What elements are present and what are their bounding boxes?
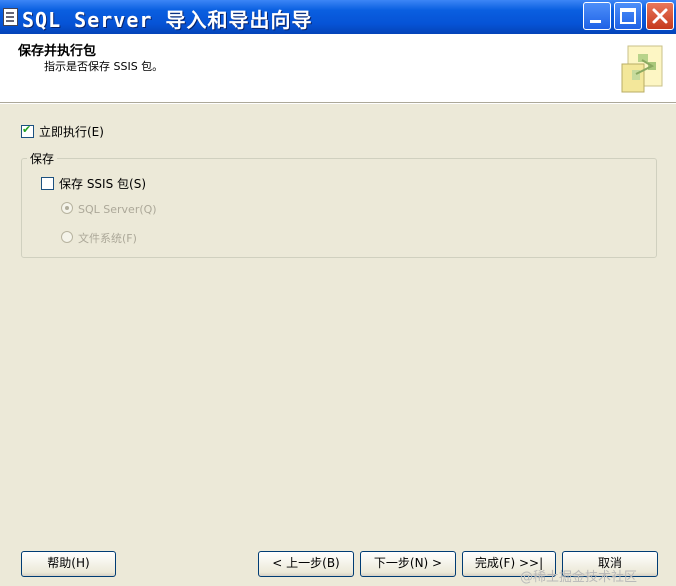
execute-now-label: 立即执行(E)	[39, 125, 104, 139]
maximize-button[interactable]	[614, 2, 642, 30]
save-group-title: 保存	[27, 150, 58, 167]
close-icon	[652, 8, 668, 24]
header-separator	[0, 103, 676, 104]
execute-now-checkbox[interactable]	[21, 123, 34, 138]
next-button[interactable]: 下一步(N) >	[360, 551, 456, 577]
page-subtitle: 指示是否保存 SSIS 包。	[44, 60, 164, 73]
sql-server-radio[interactable]	[61, 202, 73, 214]
wizard-package-icon	[621, 45, 663, 93]
save-ssis-option[interactable]: 保存 SSIS 包(S)	[41, 175, 146, 192]
close-button[interactable]	[646, 2, 674, 30]
maximize-icon	[620, 8, 636, 24]
minimize-icon	[590, 20, 601, 23]
back-button[interactable]: < 上一步(B)	[258, 551, 354, 577]
window-title: SQL Server 导入和导出向导	[22, 8, 313, 32]
minimize-button[interactable]	[583, 2, 611, 30]
file-system-radio[interactable]	[61, 231, 73, 243]
help-button[interactable]: 帮助(H)	[21, 551, 116, 577]
save-ssis-label: 保存 SSIS 包(S)	[59, 177, 147, 191]
file-system-label: 文件系统(F)	[78, 232, 137, 245]
sql-server-option[interactable]: SQL Server(Q)	[61, 202, 157, 216]
page-title: 保存并执行包	[18, 44, 97, 59]
watermark: @稀土掘金技术社区	[520, 570, 638, 585]
title-bar: SQL Server 导入和导出向导	[0, 0, 676, 34]
sql-server-label: SQL Server(Q)	[78, 203, 157, 216]
execute-now-option[interactable]: 立即执行(E)	[21, 123, 104, 140]
app-icon	[3, 8, 18, 26]
file-system-option[interactable]: 文件系统(F)	[61, 230, 137, 246]
wizard-header: 保存并执行包 指示是否保存 SSIS 包。	[0, 34, 676, 103]
save-ssis-checkbox[interactable]	[41, 177, 54, 190]
